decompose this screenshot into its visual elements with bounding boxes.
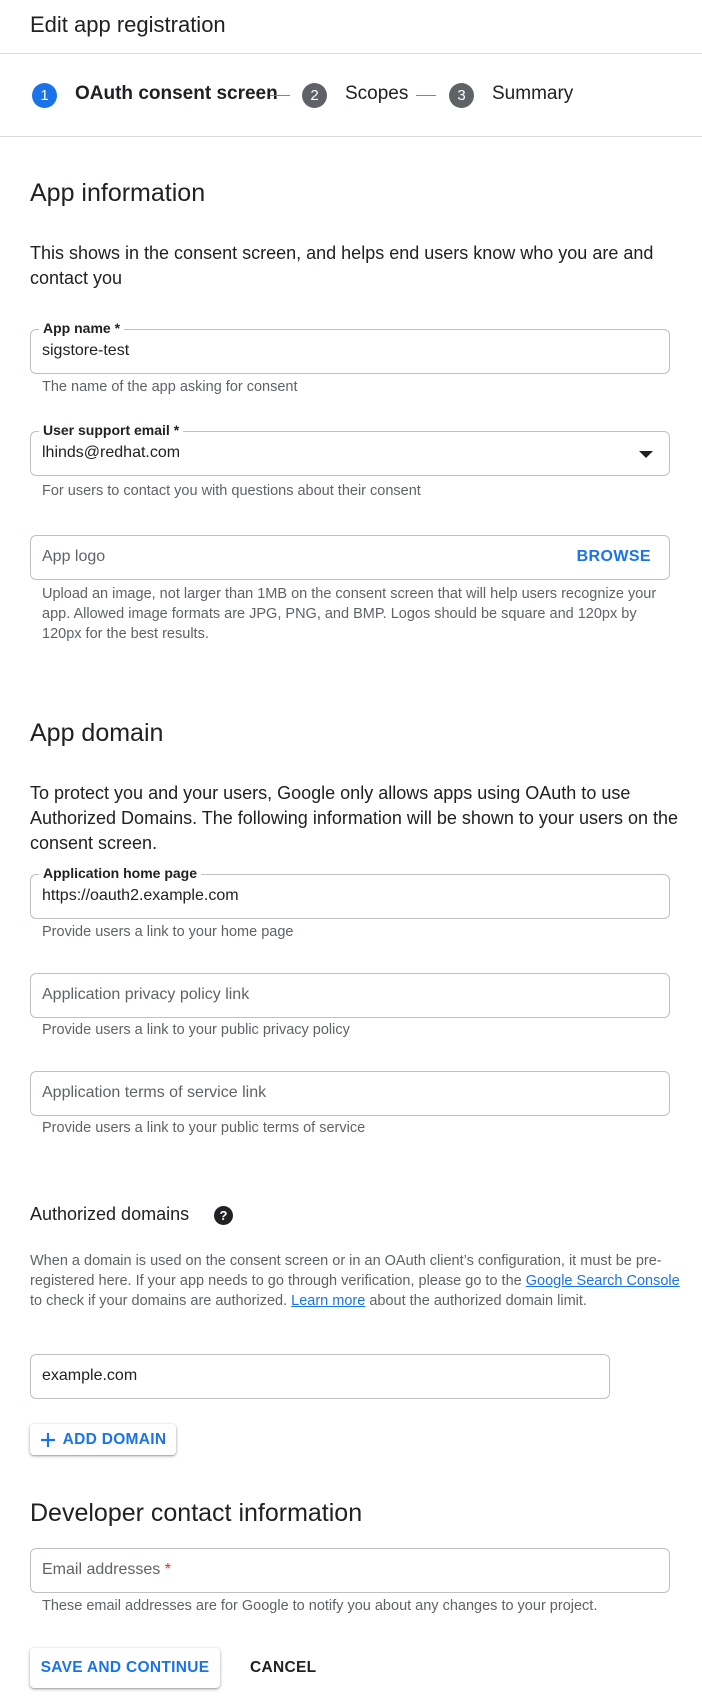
home-page-label: Application home page bbox=[39, 865, 202, 881]
developer-email-field[interactable]: Email addresses * bbox=[30, 1548, 670, 1593]
step-2-label[interactable]: Scopes bbox=[345, 83, 408, 105]
authorized-domain-input[interactable]: example.com bbox=[30, 1354, 610, 1399]
terms-of-service-field[interactable]: Application terms of service link bbox=[30, 1071, 670, 1116]
step-1-badge: 1 bbox=[32, 83, 57, 108]
step-1-label[interactable]: OAuth consent screen bbox=[75, 83, 278, 105]
step-separator bbox=[416, 95, 436, 96]
required-mark: * bbox=[164, 1561, 171, 1578]
add-domain-button[interactable]: ADD DOMAIN bbox=[30, 1424, 176, 1455]
support-email-label: User support email * bbox=[39, 422, 184, 438]
page-title: Edit app registration bbox=[30, 12, 226, 37]
authorized-domain-value[interactable]: example.com bbox=[42, 1367, 137, 1385]
privacy-policy-placeholder: Application privacy policy link bbox=[42, 986, 250, 1003]
app-name-value[interactable]: sigstore-test bbox=[42, 342, 129, 360]
app-domain-heading: App domain bbox=[30, 719, 164, 747]
app-information-description: This shows in the consent screen, and he… bbox=[30, 243, 654, 288]
plus-icon bbox=[40, 1432, 55, 1447]
step-3-label[interactable]: Summary bbox=[492, 83, 573, 105]
stepper: 1 OAuth consent screen 2 Scopes 3 Summar… bbox=[0, 55, 702, 137]
save-and-continue-button[interactable]: SAVE AND CONTINUE bbox=[30, 1648, 220, 1688]
app-name-hint: The name of the app asking for consent bbox=[42, 379, 298, 395]
app-name-label: App name * bbox=[39, 320, 125, 336]
home-page-hint: Provide users a link to your home page bbox=[42, 924, 294, 940]
app-domain-description: To protect you and your users, Google on… bbox=[30, 783, 678, 853]
google-search-console-link[interactable]: Google Search Console bbox=[526, 1273, 680, 1289]
app-name-field[interactable]: App name * sigstore-test bbox=[30, 320, 670, 374]
developer-email-placeholder: Email addresses * bbox=[42, 1561, 171, 1579]
app-logo-field[interactable]: App logo BROWSE bbox=[30, 535, 670, 580]
terms-of-service-placeholder: Application terms of service link bbox=[42, 1084, 267, 1101]
add-domain-label: ADD DOMAIN bbox=[62, 1430, 167, 1448]
learn-more-link[interactable]: Learn more bbox=[291, 1293, 365, 1309]
app-logo-placeholder: App logo bbox=[42, 548, 106, 565]
home-page-field[interactable]: Application home page https://oauth2.exa… bbox=[30, 865, 670, 919]
cancel-button[interactable]: CANCEL bbox=[250, 1659, 316, 1677]
browse-button[interactable]: BROWSE bbox=[577, 548, 651, 566]
home-page-value[interactable]: https://oauth2.example.com bbox=[42, 887, 239, 905]
support-email-hint: For users to contact you with questions … bbox=[42, 483, 421, 499]
app-information-heading: App information bbox=[30, 179, 206, 207]
privacy-policy-field[interactable]: Application privacy policy link bbox=[30, 973, 670, 1018]
privacy-policy-hint: Provide users a link to your public priv… bbox=[42, 1022, 350, 1038]
step-separator bbox=[270, 95, 290, 96]
terms-of-service-hint: Provide users a link to your public term… bbox=[42, 1120, 366, 1136]
app-logo-hint: Upload an image, not larger than 1MB on … bbox=[42, 586, 657, 642]
step-2-badge: 2 bbox=[302, 83, 327, 108]
support-email-value[interactable]: lhinds@redhat.com bbox=[42, 444, 180, 462]
developer-contact-heading: Developer contact information bbox=[30, 1499, 363, 1527]
help-circle-icon[interactable]: ? bbox=[214, 1206, 233, 1225]
description-text: to check if your domains are authorized. bbox=[30, 1293, 292, 1309]
authorized-domains-description: When a domain is used on the consent scr… bbox=[30, 1251, 680, 1311]
developer-email-hint: These email addresses are for Google to … bbox=[42, 1598, 598, 1614]
support-email-select[interactable]: User support email * lhinds@redhat.com bbox=[30, 422, 670, 476]
dropdown-arrow-icon[interactable] bbox=[639, 451, 653, 458]
step-3-badge: 3 bbox=[449, 83, 474, 108]
app-header: Edit app registration bbox=[0, 0, 702, 54]
description-text: about the authorized domain limit. bbox=[365, 1293, 587, 1309]
authorized-domains-heading: Authorized domains bbox=[30, 1204, 190, 1224]
developer-email-placeholder-text: Email addresses bbox=[42, 1561, 161, 1578]
